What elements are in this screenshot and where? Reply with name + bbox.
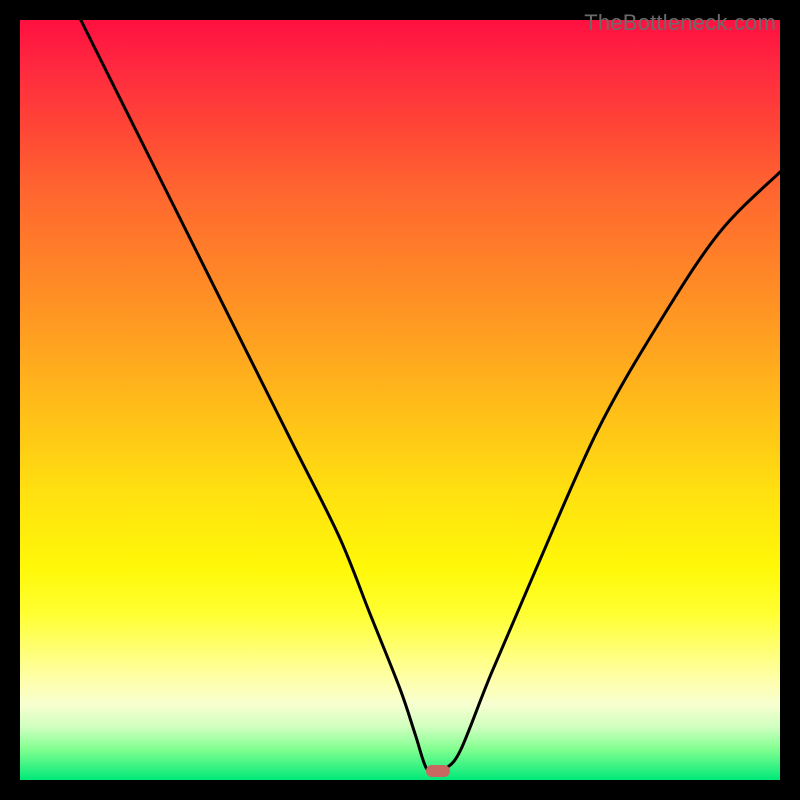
watermark-text: TheBottleneck.com xyxy=(584,10,776,36)
chart-container xyxy=(20,20,780,780)
bottleneck-curve xyxy=(20,20,780,780)
optimal-point-marker xyxy=(426,765,450,777)
